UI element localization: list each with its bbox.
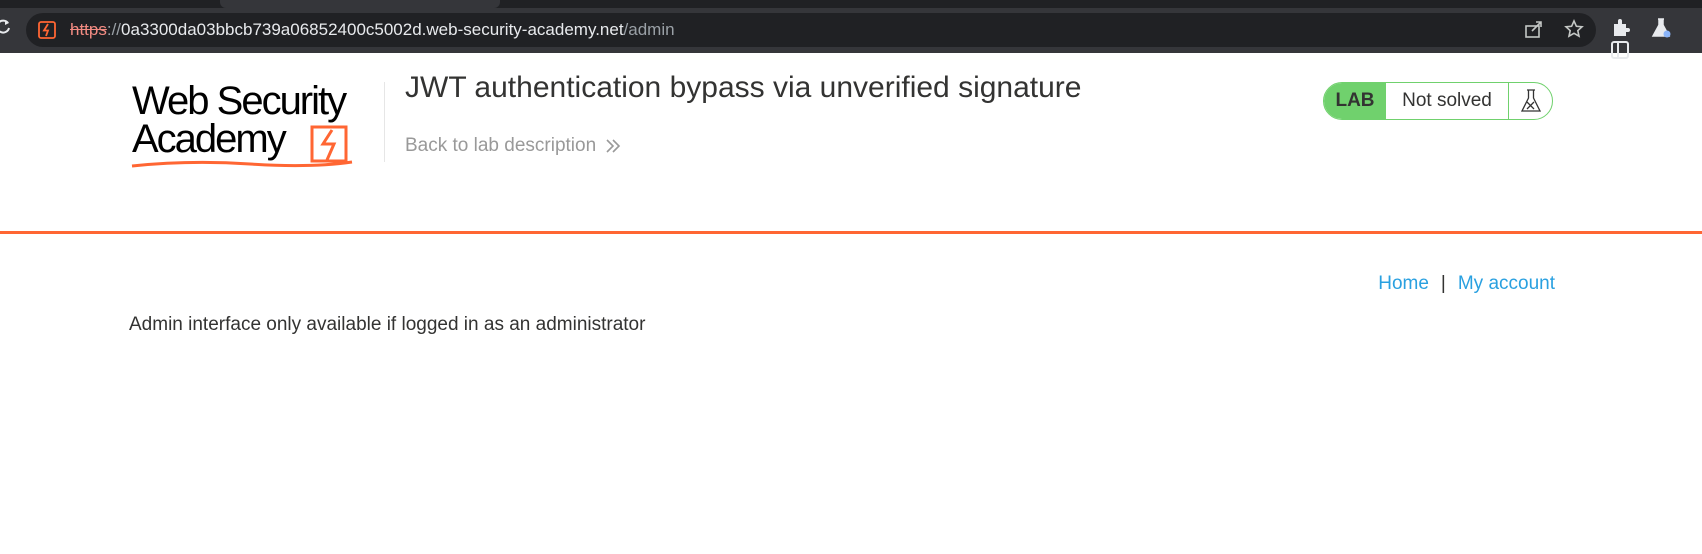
- url-host: 0a3300da03bbcb739a06852400c5002d.web-sec…: [121, 20, 624, 39]
- lab-badge: LAB: [1324, 83, 1386, 119]
- flask-icon: [1509, 83, 1552, 119]
- logo-divider: [384, 82, 385, 162]
- bookmark-star-icon[interactable]: [1564, 19, 1584, 39]
- url-separator: ://: [106, 20, 122, 39]
- lab-title: JWT authentication bypass via unverified…: [405, 71, 1082, 104]
- back-link-label: Back to lab description: [405, 135, 597, 156]
- admin-message: Admin interface only available if logged…: [129, 314, 646, 335]
- tab-strip: [0, 0, 1702, 8]
- top-nav-links: Home | My account: [1378, 273, 1555, 295]
- extensions-icon[interactable]: [1610, 17, 1632, 39]
- header-divider: [0, 231, 1702, 234]
- logo-graphic: Web Security Academy: [131, 79, 353, 168]
- web-security-academy-logo[interactable]: Web Security Academy: [130, 79, 380, 172]
- lab-status-text: Not solved: [1386, 83, 1509, 119]
- side-panel-icon[interactable]: [1610, 39, 1630, 61]
- home-link[interactable]: Home: [1378, 273, 1429, 294]
- site-info-icon[interactable]: [38, 21, 56, 39]
- active-tab[interactable]: [220, 0, 500, 8]
- url-path: /admin: [623, 20, 675, 39]
- url-scheme: https: [70, 20, 107, 39]
- logo-line2: Academy: [132, 117, 287, 161]
- reload-icon[interactable]: [0, 18, 14, 38]
- back-to-lab-description-link[interactable]: Back to lab description: [405, 135, 622, 157]
- double-chevron-right-icon: [606, 139, 621, 153]
- browser-toolbar: https://0a3300da03bbcb739a06852400c5002d…: [0, 0, 1702, 59]
- nav-separator: |: [1440, 273, 1446, 294]
- share-icon[interactable]: [1524, 19, 1544, 39]
- address-bar[interactable]: https://0a3300da03bbcb739a06852400c5002d…: [26, 13, 1596, 47]
- labs-flask-icon[interactable]: [1650, 17, 1672, 39]
- my-account-link[interactable]: My account: [1458, 273, 1555, 294]
- lab-status-widget: LAB Not solved: [1323, 82, 1553, 120]
- url-text[interactable]: https://0a3300da03bbcb739a06852400c5002d…: [70, 13, 675, 47]
